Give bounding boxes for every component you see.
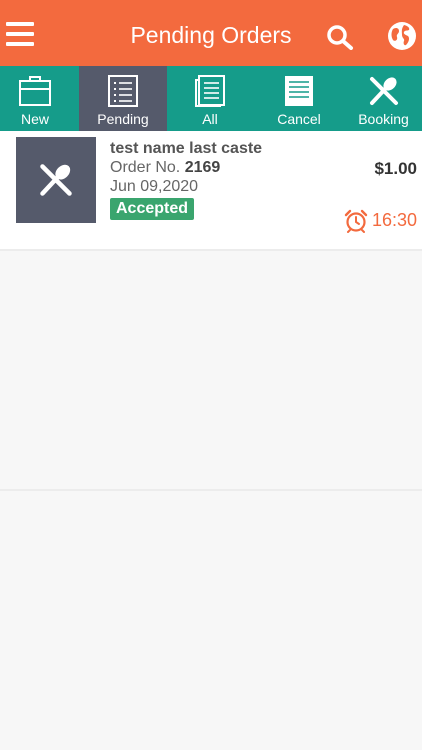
tab-label: Pending	[97, 111, 149, 127]
divider	[0, 249, 422, 251]
tab-booking[interactable]: Booking	[345, 66, 422, 131]
order-thumbnail	[16, 137, 96, 223]
order-card[interactable]: test name last caste Order No. 2169 Jun …	[0, 131, 422, 249]
tab-new[interactable]: New	[0, 66, 70, 131]
order-time-text: 16:30	[371, 210, 417, 230]
tab-cancel[interactable]: Cancel	[253, 66, 345, 131]
page-title: Pending Orders	[130, 22, 292, 48]
order-status-tabs: New Pending All Cancel Booking	[0, 66, 422, 131]
order-price: $1.00	[374, 159, 417, 178]
customer-name: test name last caste	[110, 140, 263, 157]
status-badge: Accepted	[110, 198, 195, 220]
tab-pending[interactable]: Pending	[79, 66, 167, 131]
document-icon	[284, 75, 314, 112]
tab-label: Booking	[358, 111, 409, 127]
tab-all[interactable]: All	[167, 66, 253, 131]
order-date: Jun 09,2020	[110, 178, 199, 195]
top-app-bar: Pending Orders	[0, 0, 422, 66]
tab-label: Cancel	[277, 111, 321, 127]
fork-spoon-icon	[40, 164, 72, 196]
tab-label: All	[202, 111, 218, 127]
order-number-label: Order No.	[110, 159, 181, 176]
list-icon	[108, 75, 138, 112]
order-time: 16:30	[344, 208, 417, 233]
documents-icon	[194, 75, 226, 112]
divider	[0, 489, 422, 491]
order-number: Order No. 2169	[110, 158, 220, 177]
fork-spoon-icon	[368, 75, 400, 112]
globe-icon[interactable]	[387, 21, 417, 51]
search-icon[interactable]	[326, 24, 354, 50]
briefcase-icon	[18, 75, 52, 112]
tab-label: New	[20, 111, 49, 127]
order-number-value: 2169	[184, 159, 221, 176]
alarm-clock-icon	[344, 209, 368, 238]
